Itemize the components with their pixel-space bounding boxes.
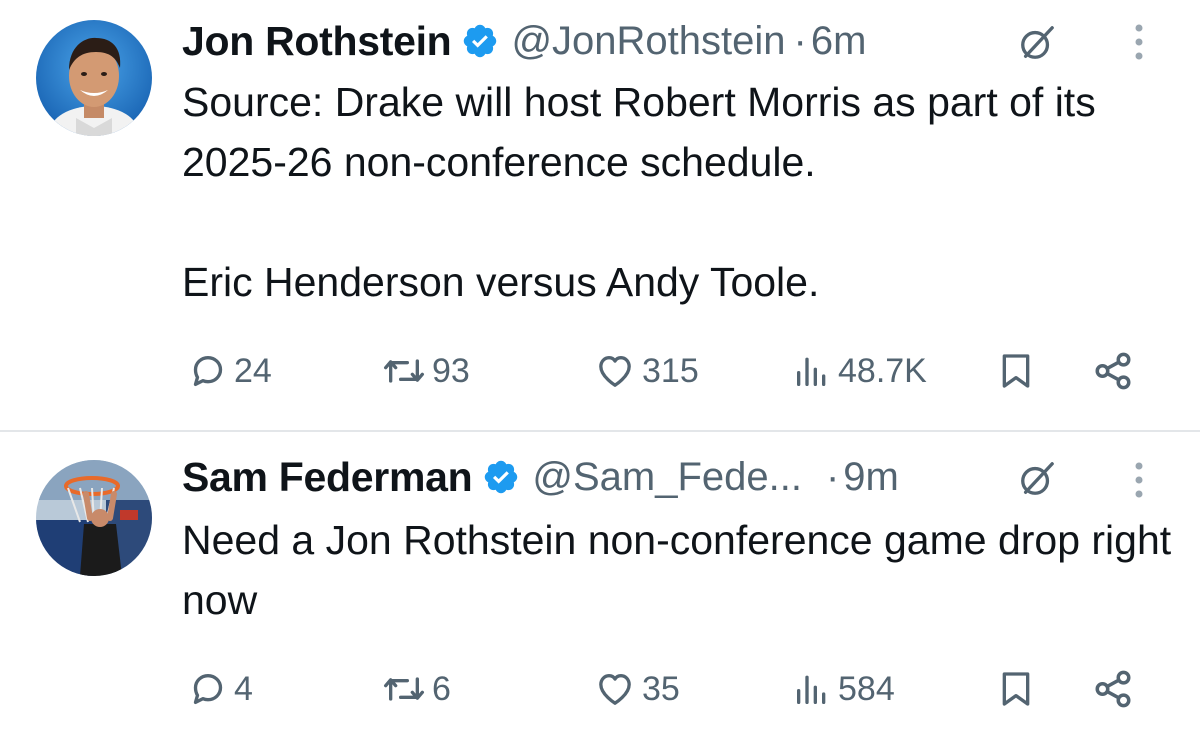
views-button[interactable]: 48.7K	[792, 346, 927, 396]
verified-badge-icon	[485, 460, 518, 494]
reply-count: 24	[234, 351, 272, 390]
bookmark-button[interactable]	[996, 346, 1036, 396]
grok-icon[interactable]	[1018, 24, 1056, 62]
tweet-header: Sam Federman @Sam_Fede... · 9m	[182, 452, 899, 502]
share-icon	[1095, 352, 1131, 390]
author-handle[interactable]: @Sam_Fede...	[532, 455, 802, 500]
share-button[interactable]	[1092, 664, 1134, 714]
repost-count: 93	[432, 351, 470, 390]
bookmark-icon	[1002, 354, 1030, 388]
tweet-text: Need a Jon Rothstein non-conference game…	[182, 517, 1172, 623]
like-icon	[599, 674, 631, 705]
action-bar: 4 6 35 584	[0, 664, 1200, 714]
repost-count: 6	[432, 669, 451, 708]
separator-dot: ·	[793, 18, 807, 63]
repost-button[interactable]: 6	[382, 664, 451, 714]
repost-button[interactable]: 93	[382, 346, 470, 396]
more-icon[interactable]	[1134, 460, 1144, 500]
grok-icon[interactable]	[1018, 460, 1056, 498]
tweet[interactable]: Sam Federman @Sam_Fede... · 9m Need a Jo…	[0, 432, 1200, 742]
action-bar: 24 93 315 48.7K	[0, 346, 1200, 396]
reply-count: 4	[234, 669, 253, 708]
views-button[interactable]: 584	[792, 664, 895, 714]
bookmark-button[interactable]	[996, 664, 1036, 714]
reply-icon	[193, 356, 223, 386]
like-icon	[599, 356, 631, 387]
separator-dot: ·	[825, 454, 840, 499]
bookmark-icon	[1002, 672, 1030, 706]
views-icon	[797, 357, 826, 386]
views-count: 48.7K	[838, 351, 927, 390]
tweet-text: Source: Drake will host Robert Morris as…	[182, 79, 1096, 305]
author-handle[interactable]: @JonRothstein	[511, 19, 785, 64]
repost-icon	[383, 677, 424, 701]
verified-badge-icon	[464, 24, 497, 58]
more-icon[interactable]	[1134, 22, 1144, 62]
tweet[interactable]: Jon Rothstein @JonRothstein · 6m Source:…	[0, 0, 1200, 430]
reply-button[interactable]: 4	[188, 664, 253, 714]
reply-button[interactable]: 24	[188, 346, 272, 396]
tweet-header: Jon Rothstein @JonRothstein · 6m	[182, 16, 866, 66]
share-icon	[1095, 670, 1131, 708]
avatar[interactable]	[36, 20, 152, 136]
like-count: 315	[642, 351, 699, 390]
like-button[interactable]: 35	[594, 664, 680, 714]
like-button[interactable]: 315	[594, 346, 699, 396]
views-count: 584	[838, 669, 895, 708]
author-name[interactable]: Sam Federman	[182, 454, 473, 501]
like-count: 35	[642, 669, 680, 708]
views-icon	[797, 675, 826, 704]
repost-icon	[383, 359, 424, 383]
share-button[interactable]	[1092, 346, 1134, 396]
reply-icon	[193, 674, 223, 704]
timestamp[interactable]: 6m	[811, 19, 867, 64]
timestamp[interactable]: 9m	[843, 455, 899, 500]
avatar[interactable]	[36, 460, 152, 576]
author-name[interactable]: Jon Rothstein	[182, 18, 452, 65]
